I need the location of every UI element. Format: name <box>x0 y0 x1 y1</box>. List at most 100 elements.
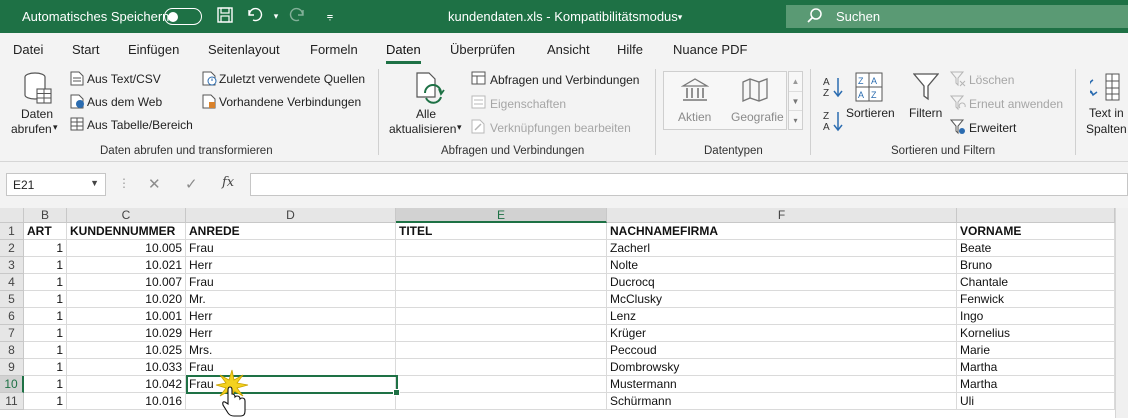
table-cell[interactable]: Ducrocq <box>607 274 957 291</box>
cancel-icon[interactable]: ✕ <box>148 175 161 193</box>
tab-seitenlayout[interactable]: Seitenlayout <box>208 42 280 57</box>
row-header[interactable]: 1 <box>0 223 24 240</box>
table-cell[interactable]: 10.029 <box>67 325 186 342</box>
table-cell[interactable]: 1 <box>24 291 67 308</box>
table-cell[interactable]: 1 <box>24 240 67 257</box>
table-cell[interactable]: 1 <box>24 325 67 342</box>
header-cell[interactable]: NACHNAMEFIRMA <box>607 223 957 240</box>
table-cell[interactable]: Lenz <box>607 308 957 325</box>
table-cell[interactable] <box>396 257 607 274</box>
table-cell[interactable]: 1 <box>24 393 67 410</box>
header-cell[interactable]: ART <box>24 223 67 240</box>
table-cell[interactable]: Frau <box>186 240 396 257</box>
tab-einfuegen[interactable]: Einfügen <box>128 42 179 57</box>
tab-datei[interactable]: Datei <box>13 42 43 57</box>
table-cell[interactable]: 10.021 <box>67 257 186 274</box>
name-box[interactable]: E21 ▼ <box>6 173 106 196</box>
select-all-corner[interactable] <box>0 208 24 223</box>
table-cell[interactable]: 10.007 <box>67 274 186 291</box>
table-cell[interactable] <box>396 274 607 291</box>
column-header-d[interactable]: D <box>186 208 396 223</box>
table-cell[interactable]: Marie <box>957 342 1115 359</box>
row-header[interactable]: 6 <box>0 308 24 325</box>
table-cell[interactable]: 10.001 <box>67 308 186 325</box>
table-cell[interactable]: Mr. <box>186 291 396 308</box>
table-cell[interactable]: 10.016 <box>67 393 186 410</box>
table-cell[interactable] <box>396 308 607 325</box>
tab-ueberpruefen[interactable]: Überprüfen <box>450 42 515 57</box>
table-cell[interactable]: Schürmann <box>607 393 957 410</box>
table-cell[interactable]: Beate <box>957 240 1115 257</box>
gallery-up-icon[interactable]: ▲ <box>789 72 802 91</box>
table-cell[interactable]: Herr <box>186 308 396 325</box>
table-cell[interactable]: Peccoud <box>607 342 957 359</box>
gallery-down-icon[interactable]: ▼ <box>789 91 802 110</box>
search-box[interactable]: Suchen <box>786 5 1128 28</box>
tab-ansicht[interactable]: Ansicht <box>547 42 590 57</box>
table-cell[interactable]: 10.033 <box>67 359 186 376</box>
tab-daten[interactable]: Daten <box>386 42 421 64</box>
table-cell[interactable]: 1 <box>24 342 67 359</box>
table-cell[interactable]: 1 <box>24 359 67 376</box>
row-header[interactable]: 2 <box>0 240 24 257</box>
undo-dropdown-icon[interactable]: ▾ <box>266 6 286 26</box>
table-cell[interactable] <box>396 359 607 376</box>
row-header[interactable]: 4 <box>0 274 24 291</box>
table-cell[interactable]: Frau <box>186 274 396 291</box>
table-cell[interactable]: 10.025 <box>67 342 186 359</box>
row-header[interactable]: 5 <box>0 291 24 308</box>
column-header-c[interactable]: C <box>67 208 186 223</box>
table-cell[interactable]: 1 <box>24 308 67 325</box>
table-cell[interactable]: Nolte <box>607 257 957 274</box>
table-cell[interactable]: Herr <box>186 325 396 342</box>
row-header[interactable]: 9 <box>0 359 24 376</box>
table-cell[interactable]: 10.042 <box>67 376 186 393</box>
header-cell[interactable]: KUNDENNUMMER <box>67 223 186 240</box>
title-dropdown-icon[interactable]: ▾ <box>670 7 690 27</box>
row-header[interactable]: 8 <box>0 342 24 359</box>
table-cell[interactable]: 1 <box>24 274 67 291</box>
save-icon[interactable] <box>215 6 235 26</box>
table-cell[interactable] <box>396 393 607 410</box>
table-cell[interactable]: 10.020 <box>67 291 186 308</box>
name-box-dropdown-icon[interactable]: ▼ <box>90 178 99 188</box>
table-cell[interactable]: Uli <box>957 393 1115 410</box>
column-header-f[interactable]: F <box>607 208 957 223</box>
table-cell[interactable]: Kornelius <box>957 325 1115 342</box>
table-cell[interactable]: Mustermann <box>607 376 957 393</box>
tab-start[interactable]: Start <box>72 42 99 57</box>
table-cell[interactable] <box>396 342 607 359</box>
row-header[interactable]: 11 <box>0 393 24 410</box>
confirm-icon[interactable]: ✓ <box>185 175 198 193</box>
header-cell[interactable]: TITEL <box>396 223 607 240</box>
header-cell[interactable]: ANREDE <box>186 223 396 240</box>
table-cell[interactable] <box>396 240 607 257</box>
table-cell[interactable]: Bruno <box>957 257 1115 274</box>
insert-function-icon[interactable]: fx <box>222 175 234 190</box>
table-cell[interactable]: 10.005 <box>67 240 186 257</box>
table-cell[interactable]: Krüger <box>607 325 957 342</box>
table-cell[interactable] <box>396 376 607 393</box>
gallery-more-icon[interactable]: ▾ <box>789 110 802 129</box>
table-cell[interactable]: 1 <box>24 257 67 274</box>
customize-toolbar-icon[interactable]: ⩦ <box>320 6 340 26</box>
table-cell[interactable]: Mrs. <box>186 342 396 359</box>
table-cell[interactable]: Martha <box>957 376 1115 393</box>
table-cell[interactable]: McClusky <box>607 291 957 308</box>
table-cell[interactable]: Chantale <box>957 274 1115 291</box>
autosave-toggle[interactable] <box>164 8 202 25</box>
table-cell[interactable] <box>396 291 607 308</box>
row-header[interactable]: 10 <box>0 376 24 393</box>
table-cell[interactable]: Ingo <box>957 308 1115 325</box>
tab-hilfe[interactable]: Hilfe <box>617 42 643 57</box>
vertical-scrollbar[interactable] <box>1115 208 1128 418</box>
column-header-g[interactable] <box>957 208 1115 223</box>
row-header[interactable]: 3 <box>0 257 24 274</box>
formula-input[interactable] <box>250 173 1128 196</box>
table-cell[interactable]: Dombrowsky <box>607 359 957 376</box>
table-cell[interactable]: 1 <box>24 376 67 393</box>
header-cell[interactable]: VORNAME <box>957 223 1115 240</box>
row-header[interactable]: 7 <box>0 325 24 342</box>
gallery-scroll[interactable]: ▲ ▼ ▾ <box>788 71 803 130</box>
table-cell[interactable]: Herr <box>186 257 396 274</box>
